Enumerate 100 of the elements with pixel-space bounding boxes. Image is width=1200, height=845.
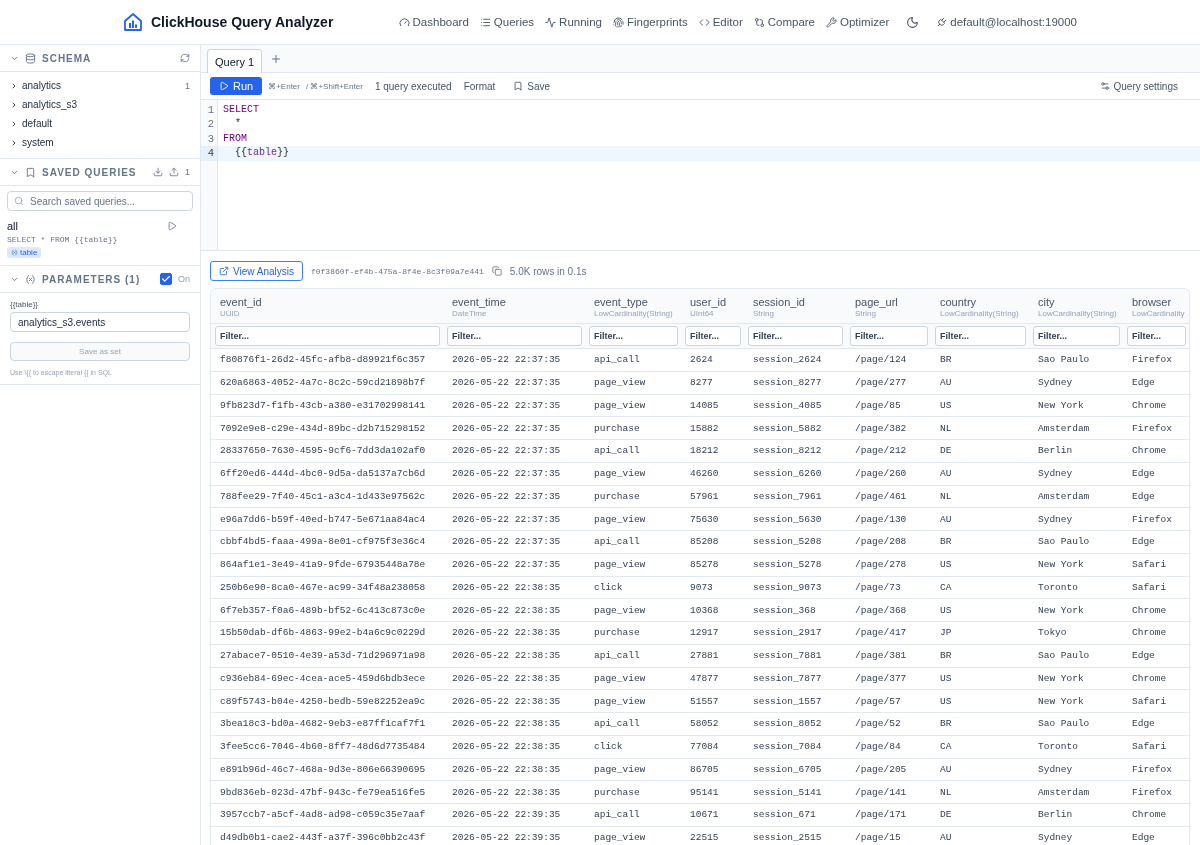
table-cell-text: /page/377	[854, 672, 908, 684]
query-tab[interactable]: Query 1	[207, 49, 263, 73]
checkbox[interactable]	[160, 273, 172, 285]
table-cell-text: api_call	[593, 718, 641, 730]
table-cell-text: 28337650-7630-4595-9cf6-7dd3da102af0	[219, 445, 427, 457]
table-cell-text: US	[939, 604, 953, 616]
table-cell-text: /page/260	[854, 468, 908, 480]
table-cell-text: 2026-05-22 22:39:35	[451, 809, 562, 821]
table-cell-text: 2026-05-22 22:37:35	[451, 468, 562, 480]
table-cell-text: Sydney	[1037, 513, 1074, 525]
table-cell-text: click	[593, 741, 624, 753]
nav-link[interactable]: Fingerprints	[612, 16, 688, 28]
database-item[interactable]: default	[0, 114, 200, 133]
refresh-icon[interactable]	[180, 53, 190, 63]
table-cell-text: session_7877	[752, 672, 823, 684]
table-cell-text: Chrome	[1131, 672, 1168, 684]
column-name: page_url	[855, 296, 899, 308]
section-title: SAVED QUERIES	[42, 166, 137, 178]
logo-icon	[123, 12, 143, 32]
nav-link[interactable]: Editor	[698, 16, 743, 28]
line-number: 1	[206, 103, 215, 118]
plus-icon[interactable]	[270, 52, 283, 65]
search-field[interactable]: Search saved queries...	[7, 191, 193, 211]
table-cell-text: /page/417	[854, 627, 908, 639]
moon-icon[interactable]	[906, 15, 920, 29]
table-cell-text: 9bd836eb-023d-47bf-943c-fe79ea516fe5	[219, 786, 427, 798]
query-settings-button[interactable]: Query settings	[1093, 80, 1184, 92]
nav-link[interactable]: Dashboard	[398, 16, 469, 28]
column-name: user_id	[690, 296, 728, 308]
saved-query-name[interactable]: all	[7, 220, 18, 232]
section-title: SCHEMA	[42, 52, 92, 64]
save-button[interactable]: Save	[507, 80, 557, 92]
download-icon[interactable]	[153, 167, 163, 177]
play-icon[interactable]	[167, 221, 177, 231]
filter-input[interactable]: Filter...	[1033, 326, 1120, 346]
table-cell-text: Edge	[1131, 650, 1156, 662]
nav-link[interactable]: Optimizer	[826, 16, 890, 28]
database-item[interactable]: system	[0, 133, 200, 152]
table-cell-text: /page/15	[854, 832, 902, 844]
table-cell-text: Chrome	[1131, 445, 1168, 457]
table-cell-text: session_368	[752, 604, 817, 616]
table-cell-text: Firefox	[1131, 422, 1173, 434]
filter-input[interactable]: Filter...	[215, 326, 440, 346]
variable-icon	[25, 273, 36, 285]
column-name: event_type	[594, 296, 649, 308]
database-item[interactable]: analytics_s3	[0, 95, 200, 114]
table-cell-text: 9fb823d7-f1fb-43cb-a380-e31702998141	[219, 399, 427, 411]
view-analysis-button[interactable]: View Analysis	[210, 261, 303, 281]
compare-icon	[753, 16, 765, 28]
table-cell-text: 47877	[689, 672, 720, 684]
parameter-input[interactable]: analytics_s3.events	[10, 312, 190, 332]
table-cell-text: purchase	[593, 422, 641, 434]
filter-input[interactable]: Filter...	[1127, 326, 1186, 346]
filter-input[interactable]: Filter...	[685, 326, 741, 346]
upload-icon[interactable]	[169, 167, 179, 177]
filter-input[interactable]: Filter...	[850, 326, 928, 346]
table-count: 1	[185, 80, 190, 91]
table-cell-text: Safari	[1131, 581, 1168, 593]
table-cell-text: api_call	[593, 650, 641, 662]
database-name: analytics_s3	[22, 99, 79, 110]
table-cell-text: Edge	[1131, 536, 1156, 548]
list-icon	[479, 16, 491, 28]
filter-input[interactable]: Filter...	[748, 326, 843, 346]
connection-link[interactable]: default@localhost:19000	[936, 16, 1077, 28]
table-cell-text: New York	[1037, 695, 1085, 707]
table-cell-text: NL	[939, 490, 953, 502]
table-cell-text: Amsterdam	[1037, 786, 1091, 798]
column-type: LowCardinality(String)	[1038, 309, 1118, 318]
table-cell-text: Sydney	[1037, 377, 1074, 389]
table-cell-text: session_2515	[752, 832, 823, 844]
table-cell-text: page_view	[593, 559, 647, 571]
copy-icon[interactable]	[491, 266, 502, 276]
format-button[interactable]: Format	[457, 80, 502, 92]
table-cell-text: api_call	[593, 809, 641, 821]
table-cell-text: 864af1e1-3e49-41a9-9fde-67935448a78e	[219, 559, 427, 571]
wrench-icon	[826, 16, 838, 28]
database-item[interactable]: analytics 1	[0, 76, 200, 95]
table-cell-text: page_view	[593, 377, 647, 389]
nav-link[interactable]: Compare	[753, 16, 816, 28]
run-button[interactable]: Run	[210, 77, 263, 95]
table-cell-text: 2026-05-22 22:37:35	[451, 536, 562, 548]
nav-link[interactable]: Queries	[479, 16, 535, 28]
table-cell-text: New York	[1037, 604, 1085, 616]
nav-link[interactable]: Running	[545, 16, 602, 28]
table-cell-text: /page/141	[854, 786, 908, 798]
table-cell-text: 2026-05-22 22:38:35	[451, 763, 562, 775]
column-name: event_time	[452, 296, 507, 308]
table-cell-text: 22515	[689, 832, 720, 844]
table-cell-text: /page/171	[854, 809, 908, 821]
table-cell-text: 250b6e90-8ca0-467e-ac99-34f48a238058	[219, 581, 427, 593]
filter-input[interactable]: Filter...	[935, 326, 1026, 346]
table-cell-text: DE	[939, 445, 953, 457]
table-cell-text: Firefox	[1131, 513, 1173, 525]
table-cell-text: 46260	[689, 468, 720, 480]
column-type: DateTime	[452, 309, 488, 318]
filter-input[interactable]: Filter...	[589, 326, 678, 346]
table-cell-text: /page/57	[854, 695, 902, 707]
table-cell-text: e96a7dd6-b59f-40ed-b747-5e671aa84ac4	[219, 513, 427, 525]
filter-input[interactable]: Filter...	[447, 326, 582, 346]
code-line: {{table}}	[234, 146, 290, 161]
